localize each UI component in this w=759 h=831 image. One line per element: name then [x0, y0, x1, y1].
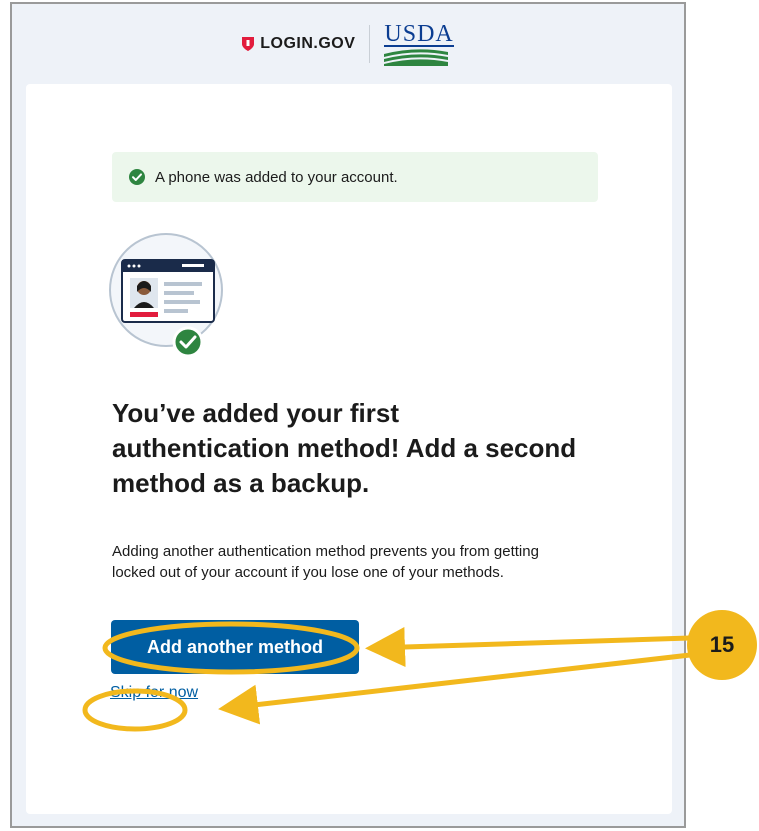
shield-icon: [242, 37, 255, 51]
usda-text: USDA: [384, 20, 454, 47]
usda-fields-graphic: [384, 48, 449, 66]
success-alert: A phone was added to your account.: [112, 152, 598, 202]
alert-message: A phone was added to your account.: [155, 168, 398, 186]
page-heading: You’ve added your first authentication m…: [112, 398, 577, 498]
usda-logo: USDA: [370, 20, 454, 66]
step-number-badge: 15: [687, 610, 757, 680]
page-description: Adding another authentication method pre…: [112, 543, 539, 581]
add-another-method-button[interactable]: Add another method: [111, 620, 359, 674]
content-card: A phone was added to your account. You’v…: [26, 84, 672, 814]
skip-for-now-link[interactable]: Skip for now: [110, 684, 198, 702]
check-circle-icon: [129, 169, 145, 185]
site-header: LOGIN.GOV USDA: [12, 4, 684, 84]
authentication-illustration-icon: [109, 233, 223, 358]
login-gov-text: LOGIN.GOV: [260, 35, 356, 52]
login-gov-logo: LOGIN.GOV: [242, 25, 371, 63]
browser-frame: LOGIN.GOV USDA A phone was added to your…: [10, 2, 686, 828]
